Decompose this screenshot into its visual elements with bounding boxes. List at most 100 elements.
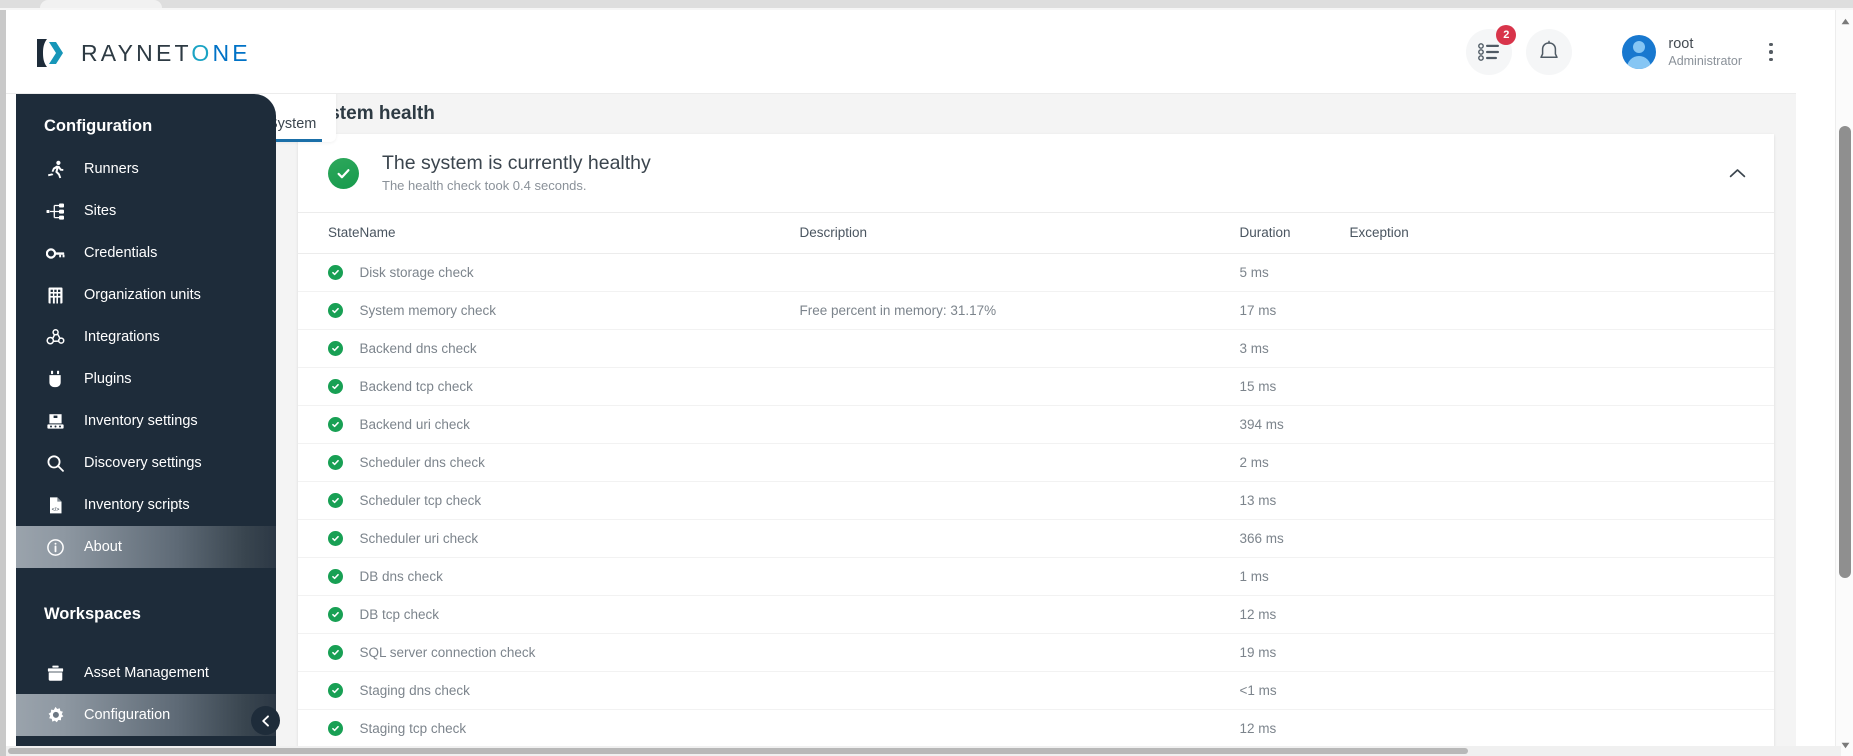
table-row[interactable]: Scheduler dns check 2 ms <box>298 443 1774 482</box>
cell-name: System memory check <box>359 291 800 330</box>
table-row[interactable]: Scheduler tcp check 13 ms <box>298 481 1774 520</box>
vertical-scrollbar-thumb[interactable] <box>1839 126 1851 578</box>
health-card-header: The system is currently healthy The heal… <box>298 134 1774 212</box>
sidebar-item-inventory-settings[interactable]: Inventory settings <box>16 400 276 442</box>
plugin-icon <box>44 368 66 390</box>
table-row[interactable]: Scheduler uri check 366 ms <box>298 519 1774 558</box>
sidebar-section-configuration: Configuration <box>44 117 153 135</box>
health-checks-table: State Name Description Duration Exceptio… <box>298 212 1774 756</box>
integrations-icon <box>44 326 66 348</box>
inventory-icon <box>44 410 66 432</box>
cell-state <box>298 329 360 368</box>
cell-name: Disk storage check <box>359 253 800 292</box>
health-subtitle: The health check took 0.4 seconds. <box>382 178 587 193</box>
logo-ne-text: NE <box>212 40 251 66</box>
app-header: RAYNETONE 2 root Administrator <box>6 10 1796 94</box>
cell-duration: 2 ms <box>1239 443 1350 482</box>
cell-exception <box>1349 329 1774 368</box>
check-circle-icon <box>328 493 343 508</box>
table-row[interactable]: Backend tcp check 15 ms <box>298 367 1774 406</box>
sidebar-item-sites[interactable]: Sites <box>16 190 276 232</box>
table-row[interactable]: DB tcp check 12 ms <box>298 595 1774 634</box>
check-circle-icon <box>328 341 343 356</box>
cell-description <box>799 709 1240 748</box>
tab-system[interactable]: System <box>276 116 323 142</box>
cell-name: Backend uri check <box>359 405 800 444</box>
raynet-one-logo[interactable]: RAYNETONE <box>34 35 251 71</box>
notifications-button[interactable] <box>1526 29 1573 75</box>
search-icon <box>44 452 66 474</box>
table-row[interactable]: Staging tcp check 12 ms <box>298 709 1774 748</box>
cell-name: SQL server connection check <box>359 633 800 672</box>
cell-duration: 17 ms <box>1239 291 1350 330</box>
check-circle-icon <box>328 721 343 736</box>
check-circle-icon <box>328 683 343 698</box>
tab-strip: System <box>276 94 337 142</box>
table-row[interactable]: Backend uri check 394 ms <box>298 405 1774 444</box>
browser-chrome <box>0 0 1853 10</box>
more-vertical-icon[interactable] <box>1758 32 1784 72</box>
raynet-one-wordmark: RAYNETONE <box>81 35 251 71</box>
raynet-logo-mark <box>34 35 70 71</box>
browser-tab[interactable] <box>40 0 162 8</box>
table-row[interactable]: System memory check Free percent in memor… <box>298 291 1774 330</box>
column-header-state[interactable]: State <box>298 212 360 254</box>
column-header-description[interactable]: Description <box>799 212 1240 254</box>
kebab-dot <box>1769 50 1773 54</box>
sidebar-collapse-button[interactable] <box>251 706 280 735</box>
user-menu[interactable]: root Administrator <box>1622 35 1742 69</box>
cell-duration: 394 ms <box>1239 405 1350 444</box>
sidebar-item-discovery-settings[interactable]: Discovery settings <box>16 442 276 484</box>
table-row[interactable]: Staging dns check <1 ms <box>298 671 1774 710</box>
sidebar-item-about[interactable]: About <box>16 526 276 568</box>
avatar-head <box>1633 41 1646 53</box>
sidebar-item-asset-management[interactable]: Asset Management <box>16 652 276 694</box>
tasks-button[interactable]: 2 <box>1466 25 1517 75</box>
sidebar-item-credentials[interactable]: Credentials <box>16 232 276 274</box>
table-row[interactable]: SQL server connection check 19 ms <box>298 633 1774 672</box>
table-row[interactable]: DB dns check 1 ms <box>298 557 1774 596</box>
cell-name: Scheduler uri check <box>359 519 800 558</box>
table-body: Disk storage check 5 ms System memory chec… <box>298 253 1774 756</box>
horizontal-scrollbar[interactable] <box>6 746 1841 756</box>
table-row[interactable]: Backend dns check 3 ms <box>298 329 1774 368</box>
table-row[interactable]: Disk storage check 5 ms <box>298 253 1774 292</box>
sidebar-item-label: Inventory scripts <box>84 497 190 513</box>
sidebar-item-label: Asset Management <box>84 665 209 681</box>
horizontal-scrollbar-thumb[interactable] <box>8 748 1468 754</box>
column-header-exception[interactable]: Exception <box>1349 212 1774 254</box>
cell-exception <box>1349 367 1774 406</box>
sidebar-item-runners[interactable]: Runners <box>16 148 276 190</box>
sidebar-item-configuration[interactable]: Configuration <box>16 694 276 736</box>
user-identity: root Administrator <box>1668 36 1742 69</box>
cell-state <box>298 671 360 710</box>
cell-description <box>799 557 1240 596</box>
sidebar-item-label: Configuration <box>84 707 171 723</box>
cell-state <box>298 709 360 748</box>
sidebar-item-label: Runners <box>84 161 139 177</box>
scroll-up-arrow[interactable] <box>1836 12 1853 30</box>
runner-icon <box>44 158 66 180</box>
cell-name: DB tcp check <box>359 595 800 634</box>
sidebar-item-integrations[interactable]: Integrations <box>16 316 276 358</box>
key-icon <box>44 242 66 264</box>
script-file-icon: </> <box>44 494 66 516</box>
cell-exception <box>1349 481 1774 520</box>
check-circle-icon <box>328 455 343 470</box>
sidebar-item-plugins[interactable]: Plugins <box>16 358 276 400</box>
column-header-duration[interactable]: Duration <box>1239 212 1350 254</box>
column-header-name[interactable]: Name <box>359 212 800 254</box>
cell-description <box>799 367 1240 406</box>
vertical-scrollbar[interactable] <box>1835 10 1853 756</box>
cell-state <box>298 595 360 634</box>
sidebar-item-organization-units[interactable]: Organization units <box>16 274 276 316</box>
cell-name: Backend tcp check <box>359 367 800 406</box>
table-header-row: State Name Description Duration Exceptio… <box>298 212 1774 254</box>
cell-exception <box>1349 671 1774 710</box>
health-collapse-toggle[interactable] <box>1722 158 1752 188</box>
cell-state <box>298 443 360 482</box>
sidebar-item-inventory-scripts[interactable]: </> Inventory scripts <box>16 484 276 526</box>
cell-state <box>298 633 360 672</box>
sidebar-section-workspaces: Workspaces <box>44 605 141 623</box>
cell-state <box>298 557 360 596</box>
